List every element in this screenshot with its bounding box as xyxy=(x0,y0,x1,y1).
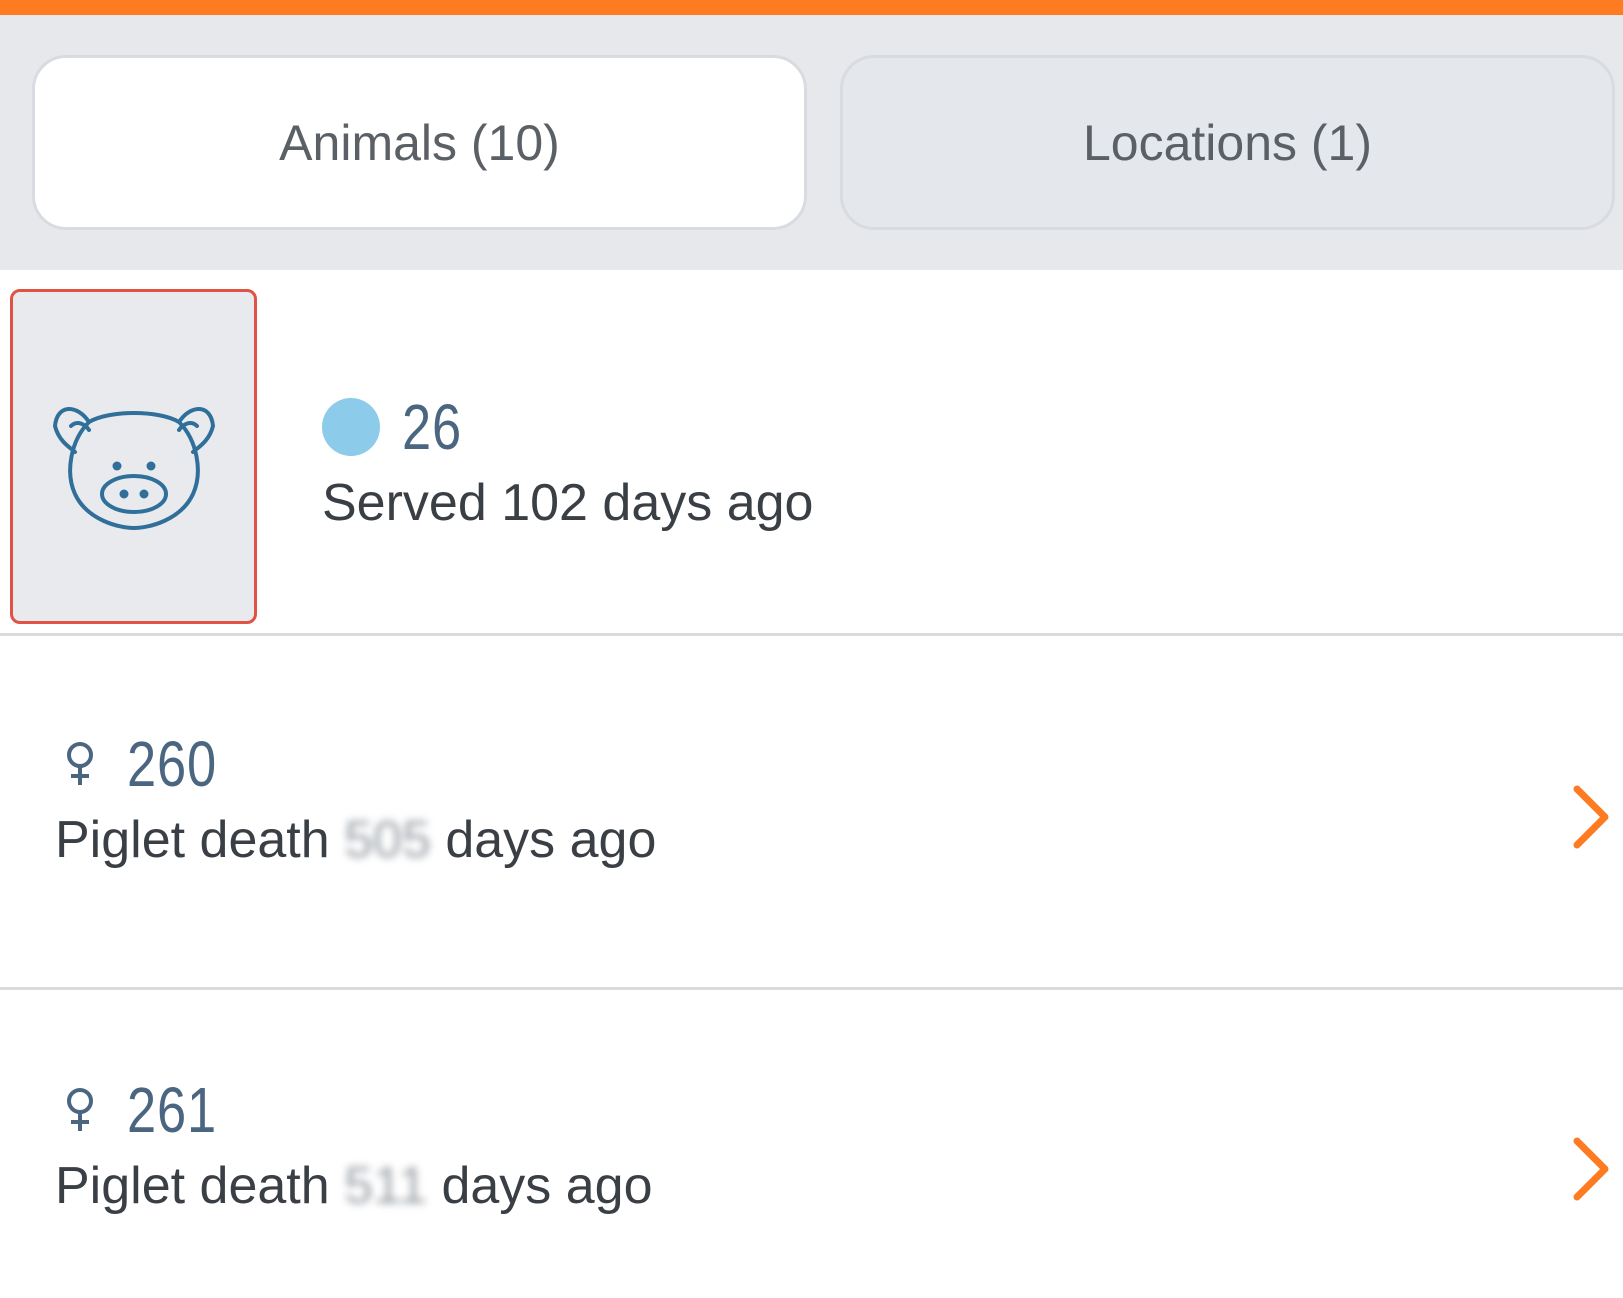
days-count-blurred: 511 xyxy=(344,1157,428,1215)
animal-id: 260 xyxy=(127,728,218,800)
event-name: Piglet death xyxy=(55,1157,330,1215)
animal-event-text: Piglet death 511 days ago xyxy=(55,1156,653,1216)
list-item[interactable]: 261 Piglet death 511 days ago xyxy=(0,990,1623,1298)
top-accent-bar xyxy=(0,0,1623,15)
animal-id: 26 xyxy=(402,391,463,463)
list-item[interactable]: 260 Piglet death 505 days ago xyxy=(0,636,1623,990)
animal-info: 26 Served 102 days ago xyxy=(322,391,813,533)
animal-avatar[interactable] xyxy=(10,289,257,624)
female-icon xyxy=(55,734,105,794)
tab-animals-label: Animals (10) xyxy=(279,114,560,171)
pig-icon xyxy=(52,406,215,530)
tab-animals[interactable]: Animals (10) xyxy=(32,55,807,230)
animal-info: 261 Piglet death 511 days ago xyxy=(55,1074,653,1216)
list-item[interactable]: 26 Served 102 days ago xyxy=(0,283,1623,636)
animal-id: 261 xyxy=(127,1074,218,1146)
status-dot xyxy=(322,398,380,456)
chevron-right-icon[interactable] xyxy=(1567,1133,1615,1205)
female-icon xyxy=(55,1080,105,1140)
animal-info: 260 Piglet death 505 days ago xyxy=(55,728,656,870)
days-suffix: days ago xyxy=(445,811,657,869)
animal-event-text: Piglet death 505 days ago xyxy=(55,810,656,870)
days-suffix: days ago xyxy=(441,1157,653,1215)
tab-bar: Animals (10) Locations (1) xyxy=(0,15,1623,270)
event-name: Piglet death xyxy=(55,811,330,869)
tab-locations-label: Locations (1) xyxy=(1082,114,1373,171)
animal-status-text: Served 102 days ago xyxy=(322,474,814,532)
tab-locations[interactable]: Locations (1) xyxy=(840,55,1615,230)
days-count-blurred: 505 xyxy=(344,811,431,869)
chevron-right-icon[interactable] xyxy=(1567,781,1615,853)
